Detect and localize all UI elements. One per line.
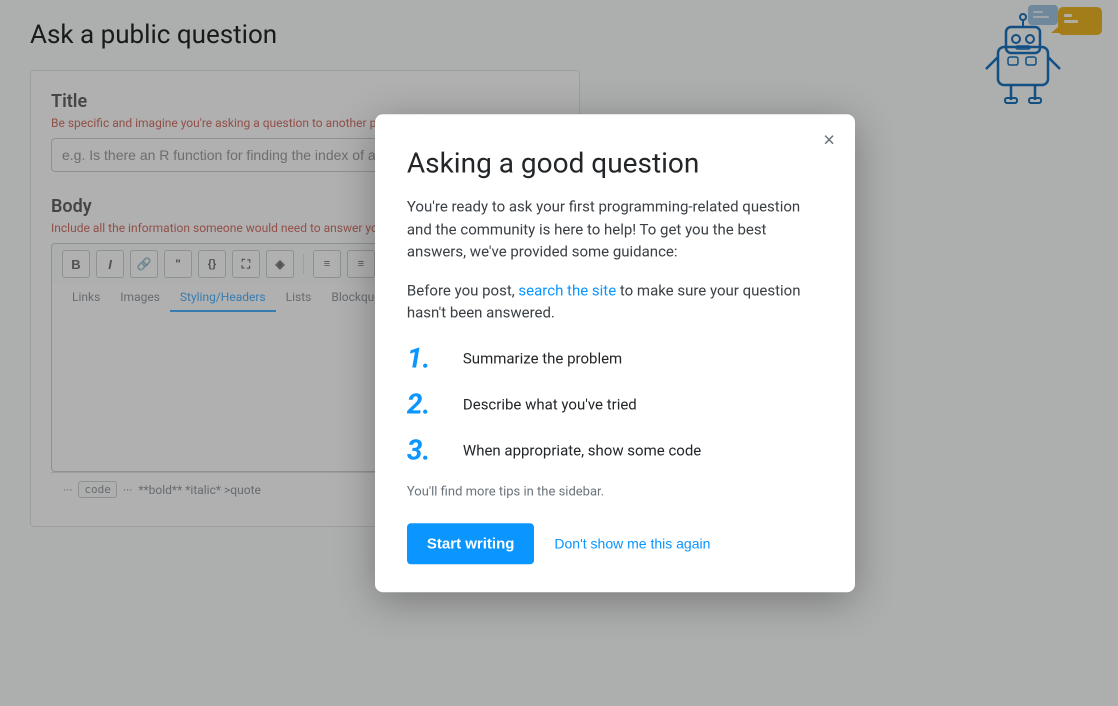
dismiss-button[interactable]: Don't show me this again bbox=[554, 535, 710, 551]
step-2-number-wrapper: 2. bbox=[407, 390, 449, 418]
modal-title: Asking a good question bbox=[407, 146, 823, 179]
search-site-link[interactable]: search the site bbox=[518, 281, 616, 299]
step-3-number-wrapper: 3. bbox=[407, 436, 449, 464]
step-3-number: 3. bbox=[407, 436, 443, 464]
modal-dialog: × Asking a good question You're ready to… bbox=[375, 114, 855, 592]
start-writing-button[interactable]: Start writing bbox=[407, 523, 535, 564]
step-1-number-wrapper: 1. bbox=[407, 344, 449, 372]
step-1-number: 1. bbox=[407, 344, 443, 372]
before-text-1: Before you post, bbox=[407, 281, 519, 299]
step-2-text: Describe what you've tried bbox=[463, 395, 637, 413]
step-1-text: Summarize the problem bbox=[463, 349, 622, 367]
step-3-text: When appropriate, show some code bbox=[463, 441, 701, 459]
step-1: 1. Summarize the problem bbox=[407, 344, 823, 372]
modal-intro: You're ready to ask your first programmi… bbox=[407, 195, 823, 263]
steps-list: 1. Summarize the problem 2. Describe wha… bbox=[407, 344, 823, 464]
step-2-number: 2. bbox=[407, 390, 443, 418]
modal-before-text: Before you post, search the site to make… bbox=[407, 279, 823, 324]
step-3: 3. When appropriate, show some code bbox=[407, 436, 823, 464]
step-2: 2. Describe what you've tried bbox=[407, 390, 823, 418]
modal-actions: Start writing Don't show me this again bbox=[407, 523, 823, 564]
modal-close-button[interactable]: × bbox=[823, 130, 835, 150]
modal-tips-note: You'll find more tips in the sidebar. bbox=[407, 484, 823, 499]
